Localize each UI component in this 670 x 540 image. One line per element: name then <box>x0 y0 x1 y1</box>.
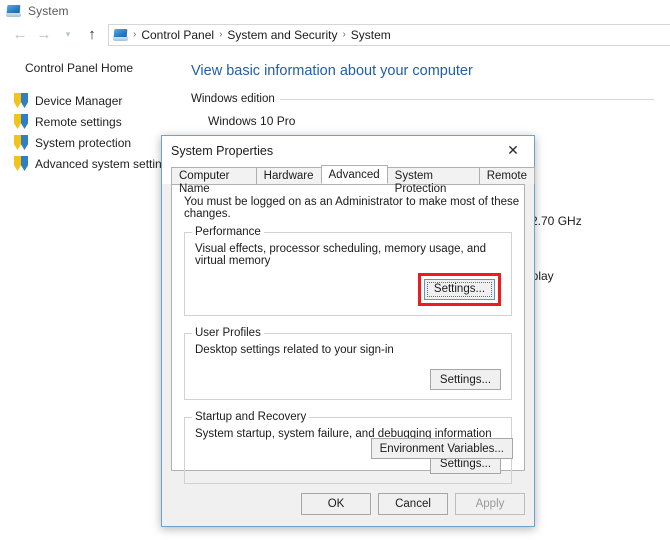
dialog-tabstrip: Computer Name Hardware Advanced System P… <box>162 165 535 195</box>
navigation-toolbar: ← → ▾ ↑ › Control Panel › System and Sec… <box>0 21 670 48</box>
breadcrumb-separator: › <box>133 29 137 40</box>
sidebar-item-remote-settings[interactable]: Remote settings <box>0 111 178 132</box>
focus-outline <box>427 282 492 297</box>
processor-speed-text: 2.70 GHz <box>531 214 582 228</box>
page-title: View basic information about your comput… <box>191 63 473 79</box>
group-legend: Startup and Recovery <box>192 411 310 423</box>
shield-icon <box>14 93 28 108</box>
sidebar-item-advanced-system-settings[interactable]: Advanced system settings <box>0 153 178 174</box>
tab-remote[interactable]: Remote <box>478 167 535 184</box>
breadcrumb-system-and-security[interactable]: System and Security <box>224 28 340 42</box>
ok-button[interactable]: OK <box>301 493 371 515</box>
cancel-button[interactable]: Cancel <box>378 493 448 515</box>
section-divider <box>279 98 654 100</box>
shield-icon <box>14 114 28 129</box>
breadcrumb-system[interactable]: System <box>348 28 394 42</box>
system-monitor-icon <box>6 3 22 19</box>
sidebar-item-system-protection[interactable]: System protection <box>0 132 178 153</box>
user-profiles-button-row: Settings... <box>185 356 511 399</box>
sidebar-item-device-manager[interactable]: Device Manager <box>0 90 178 111</box>
windows-edition-section-header: Windows edition <box>191 93 670 105</box>
section-label: Windows edition <box>191 93 275 105</box>
breadcrumb-separator: › <box>342 29 346 40</box>
performance-settings-button[interactable]: Settings... <box>424 279 495 300</box>
dialog-title: System Properties <box>171 143 274 158</box>
sidebar-item-control-panel-home[interactable]: Control Panel Home <box>0 61 178 75</box>
breadcrumb-control-panel[interactable]: Control Panel <box>138 28 217 42</box>
sidebar: Control Panel Home Device Manager Remote… <box>0 48 178 174</box>
sidebar-item-label: Advanced system settings <box>35 156 175 171</box>
group-description: Desktop settings related to your sign-in <box>195 344 394 356</box>
window-titlebar: System <box>0 0 670 21</box>
control-panel-icon <box>113 27 129 43</box>
environment-variables-button[interactable]: Environment Variables... <box>370 438 513 459</box>
shield-icon <box>14 135 28 150</box>
windows-edition-value: Windows 10 Pro <box>208 114 296 128</box>
group-legend: Performance <box>192 226 264 238</box>
address-bar[interactable]: › Control Panel › System and Security › … <box>108 23 670 46</box>
window-title: System <box>28 3 69 18</box>
dialog-footer-buttons: OK Cancel Apply <box>301 493 525 515</box>
close-icon[interactable]: ✕ <box>492 137 534 165</box>
shield-icon <box>14 156 28 171</box>
system-control-panel-window: System ← → ▾ ↑ › Control Panel › System … <box>0 0 670 540</box>
group-description: Visual effects, processor scheduling, me… <box>195 243 487 267</box>
system-properties-dialog: System Properties ✕ Computer Name Hardwa… <box>161 135 535 527</box>
performance-button-row: Settings... <box>185 267 511 315</box>
highlight-annotation-rectangle: Settings... <box>418 273 501 306</box>
arrow-left-icon[interactable]: ← <box>8 24 32 46</box>
group-legend: User Profiles <box>192 327 264 339</box>
tab-advanced[interactable]: Advanced <box>320 165 388 184</box>
arrow-up-icon[interactable]: ↑ <box>80 24 104 46</box>
advanced-tab-panel: You must be logged on as an Administrato… <box>171 184 525 484</box>
environment-variables-row: Environment Variables... <box>370 438 513 459</box>
chevron-down-icon[interactable]: ▾ <box>56 24 80 46</box>
tab-hardware[interactable]: Hardware <box>255 167 322 184</box>
administrator-note: You must be logged on as an Administrato… <box>184 196 520 220</box>
dialog-titlebar: System Properties ✕ <box>162 136 534 165</box>
tab-system-protection[interactable]: System Protection <box>386 167 480 195</box>
sidebar-item-label: Remote settings <box>35 114 122 129</box>
sidebar-item-label: System protection <box>35 135 132 150</box>
user-profiles-settings-button[interactable]: Settings... <box>430 369 501 390</box>
breadcrumb-separator: › <box>219 29 223 40</box>
user-profiles-group: User Profiles Desktop settings related t… <box>184 327 512 400</box>
apply-button: Apply <box>455 493 525 515</box>
sidebar-item-label: Device Manager <box>35 93 123 108</box>
performance-group: Performance Visual effects, processor sc… <box>184 226 512 316</box>
arrow-right-icon[interactable]: → <box>32 24 56 46</box>
tab-computer-name[interactable]: Computer Name <box>171 167 257 195</box>
